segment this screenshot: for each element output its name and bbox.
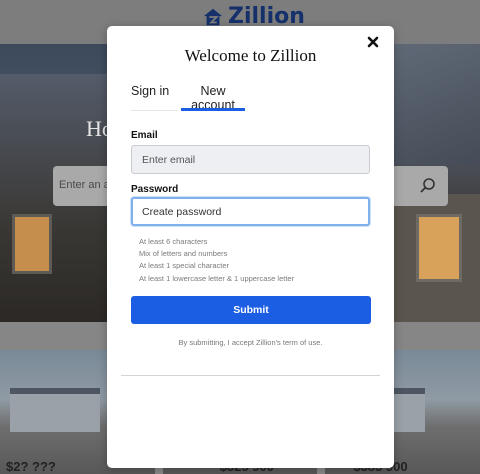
tab-sign-in[interactable]: Sign in xyxy=(131,84,177,112)
password-rule: At least 1 lowercase letter & 1 uppercas… xyxy=(139,273,295,283)
close-button[interactable] xyxy=(365,34,381,50)
password-rule: At least 1 special character xyxy=(139,261,230,271)
hero-window xyxy=(416,214,462,282)
email-label: Email xyxy=(131,130,158,141)
listing-price: $2? ??? xyxy=(6,459,56,474)
signup-modal: Welcome to Zillion Sign in New account E… xyxy=(107,26,394,468)
password-requirements: At least 6 characters Mix of letters and… xyxy=(139,236,294,285)
active-tab-indicator xyxy=(181,108,245,111)
tab-divider xyxy=(131,110,177,111)
email-field[interactable] xyxy=(131,145,370,174)
close-icon xyxy=(367,36,379,48)
submit-button[interactable]: Submit xyxy=(131,296,371,324)
auth-tabs: Sign in New account xyxy=(131,84,371,112)
hero-roof xyxy=(388,44,480,164)
terms-text: By submitting, I accept Zillion's term o… xyxy=(178,338,323,347)
listing-house-image xyxy=(10,388,100,432)
password-field[interactable] xyxy=(131,197,370,226)
zillion-logo-icon xyxy=(203,8,223,25)
password-rule: Mix of letters and numbers xyxy=(139,249,228,259)
search-icon[interactable] xyxy=(418,176,438,196)
modal-divider xyxy=(121,375,380,376)
modal-title: Welcome to Zillion xyxy=(184,46,317,65)
hero-search-placeholder: Enter an a xyxy=(59,179,110,191)
password-rule: At least 6 characters xyxy=(139,237,208,246)
password-label: Password xyxy=(131,184,179,195)
hero-window xyxy=(12,214,52,274)
